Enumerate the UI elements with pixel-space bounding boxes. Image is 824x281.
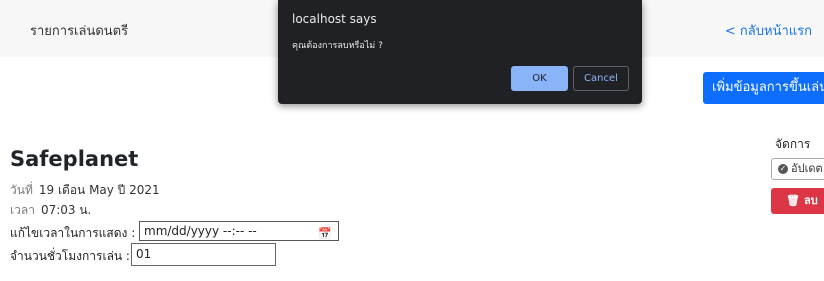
time-label: เวลา <box>10 203 35 217</box>
date-line: วันที่ 19 เดือน May ปี 2021 <box>10 181 160 200</box>
datetime-placeholder: mm/dd/yyyy --:-- -- <box>144 224 257 238</box>
dialog-cancel-button[interactable]: Cancel <box>573 66 629 91</box>
update-button-label: อัปเดต <box>791 162 823 175</box>
hours-input[interactable]: 01 <box>131 243 276 266</box>
add-performance-button[interactable]: เพิ่มข้อมูลการขึ้นเล่น <box>703 72 824 104</box>
date-label: วันที่ <box>10 183 33 197</box>
dialog-message: คุณต้องการลบหรือไม่ ? <box>292 41 383 51</box>
confirm-dialog: localhost says คุณต้องการลบหรือไม่ ? OK … <box>278 0 642 104</box>
delete-button[interactable]: 🗑 ลบ <box>771 188 824 214</box>
page-title: รายการเล่นดนตรี <box>30 24 129 39</box>
band-name: Safeplanet <box>10 147 139 171</box>
trash-icon: 🗑 <box>786 194 800 207</box>
date-value: 19 เดือน May ปี 2021 <box>38 183 160 197</box>
check-circle-icon: ✓ <box>778 164 788 174</box>
manage-label: จัดการ <box>775 137 811 151</box>
calendar-icon[interactable]: 📅 <box>318 225 332 243</box>
delete-button-label: ลบ <box>803 194 818 207</box>
dialog-ok-button[interactable]: OK <box>511 66 568 91</box>
time-line: เวลา 07:03 น. <box>10 201 91 220</box>
datetime-input[interactable]: mm/dd/yyyy --:-- -- 📅 <box>139 221 339 241</box>
edit-time-label: แก้ไขเวลาในการแสดง : <box>10 226 136 240</box>
hours-label: จำนวนชั่วโมงการเล่น : <box>10 249 130 263</box>
update-button[interactable]: ✓ อัปเดต <box>771 158 824 180</box>
back-home-link[interactable]: < กลับหน้าแรก <box>725 20 812 41</box>
time-value: 07:03 น. <box>40 203 92 217</box>
dialog-title: localhost says <box>292 12 377 26</box>
